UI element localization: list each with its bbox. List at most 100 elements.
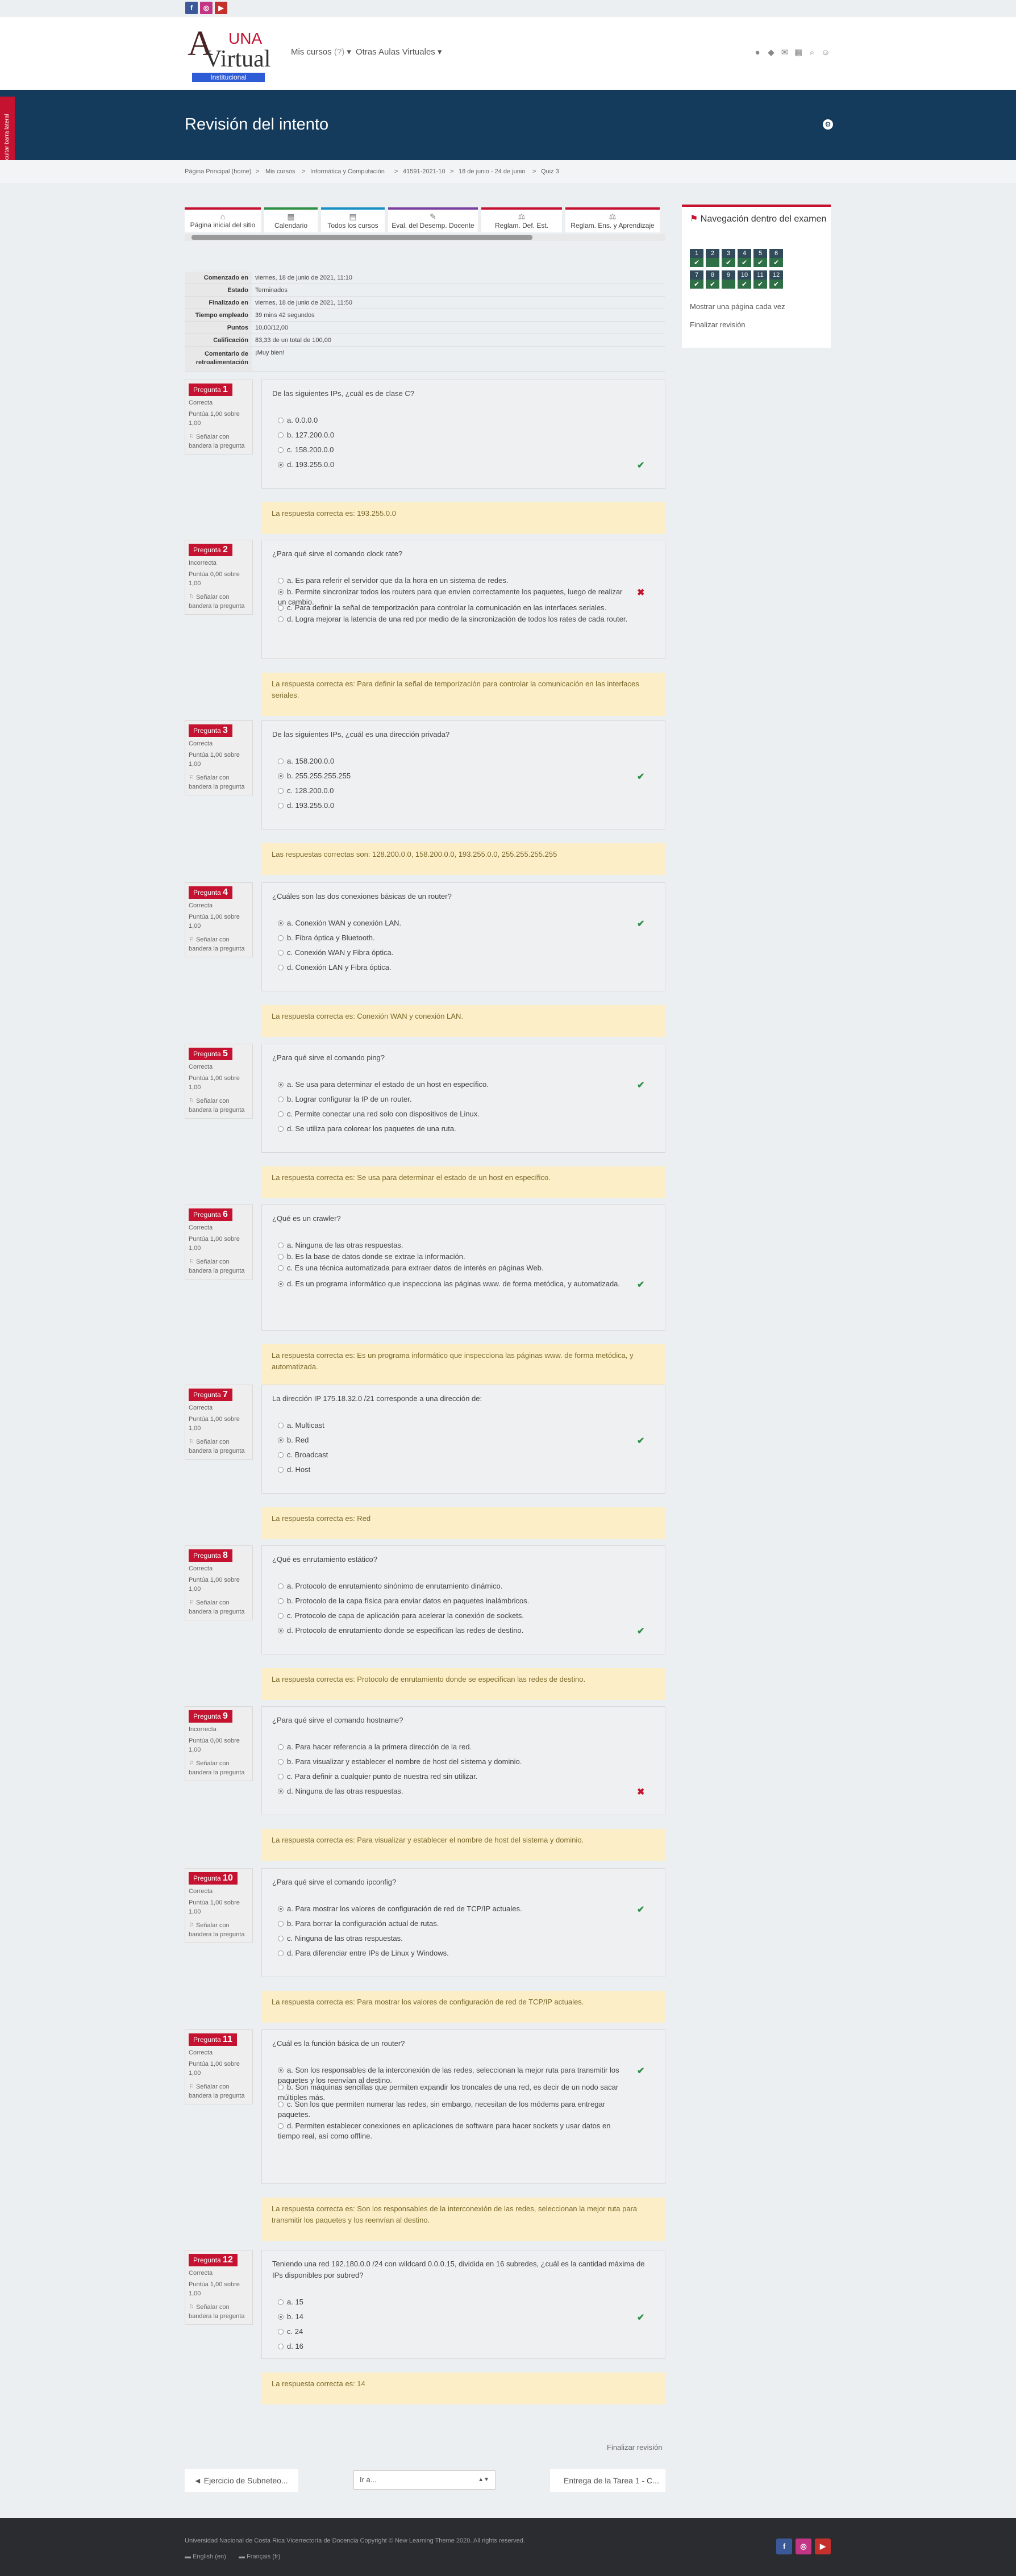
radio-button[interactable] bbox=[278, 1452, 284, 1458]
radio-button[interactable] bbox=[278, 1265, 284, 1271]
breadcrumb-item[interactable]: 18 de junio - 24 de junio bbox=[459, 168, 525, 175]
answer-option[interactable]: c. 24 bbox=[278, 2327, 630, 2337]
answer-option[interactable]: c. Son los que permiten numerar las rede… bbox=[278, 2099, 630, 2120]
answer-option[interactable]: d. Conexión LAN y Fibra óptica. bbox=[278, 962, 630, 973]
menu-my-courses[interactable]: Mis cursos (?) ▾ bbox=[291, 47, 351, 57]
answer-option[interactable]: a. Para mostrar los valores de configura… bbox=[278, 1904, 630, 1914]
flag-question-link[interactable]: ⚐ Señalar con bandera la pregunta bbox=[189, 2303, 249, 2321]
radio-button[interactable] bbox=[278, 1628, 284, 1633]
jump-to-select[interactable]: Ir a... ▲▼ bbox=[353, 2470, 495, 2490]
answer-option[interactable]: d. Para diferenciar entre IPs de Linux y… bbox=[278, 1948, 630, 1958]
radio-button[interactable] bbox=[278, 1774, 284, 1779]
answer-option[interactable]: b. Fibra óptica y Bluetooth. bbox=[278, 933, 630, 943]
radio-button[interactable] bbox=[278, 2085, 284, 2090]
radio-button[interactable] bbox=[278, 1082, 284, 1087]
quiz-nav-button[interactable]: 8 ✔ bbox=[706, 270, 719, 289]
answer-option[interactable]: b. 255.255.255.255 bbox=[278, 771, 630, 781]
radio-button[interactable] bbox=[278, 1950, 284, 1956]
flag-question-link[interactable]: ⚐ Señalar con bandera la pregunta bbox=[189, 1097, 249, 1115]
breadcrumb-item[interactable]: 41591-2021-10 bbox=[403, 168, 445, 175]
answer-option[interactable]: c. Para definir a cualquier punto de nue… bbox=[278, 1771, 630, 1782]
answer-option[interactable]: a. Ninguna de las otras respuestas. bbox=[278, 1240, 630, 1251]
answer-option[interactable]: a. Se usa para determinar el estado de u… bbox=[278, 1079, 630, 1090]
shortcut-evaluation[interactable]: ✎ Eval. del Desemp. Docente bbox=[388, 207, 478, 232]
radio-button[interactable] bbox=[278, 616, 284, 622]
answer-option[interactable]: c. 128.200.0.0 bbox=[278, 786, 630, 796]
radio-button[interactable] bbox=[278, 1243, 284, 1248]
answer-option[interactable]: a. Protocolo de enrutamiento sinónimo de… bbox=[278, 1581, 630, 1591]
radio-button[interactable] bbox=[278, 1437, 284, 1443]
answer-option[interactable]: c. Permite conectar una red solo con dis… bbox=[278, 1109, 630, 1119]
user-icon[interactable]: ☺ bbox=[821, 48, 831, 58]
answer-option[interactable]: b. 127.200.0.0 bbox=[278, 430, 630, 440]
answer-option[interactable]: b. Para borrar la configuración actual d… bbox=[278, 1919, 630, 1929]
radio-button[interactable] bbox=[278, 1281, 284, 1287]
answer-option[interactable]: d. 193.255.0.0 bbox=[278, 460, 630, 470]
answer-option[interactable]: b. 14 bbox=[278, 2312, 630, 2322]
language-english[interactable]: ▬ English (en) bbox=[185, 2553, 226, 2560]
shortcut-regulation-students[interactable]: ⚖ Reglam. Def. Est. bbox=[481, 207, 562, 232]
show-one-page-link[interactable]: Mostrar una página cada vez bbox=[690, 302, 785, 311]
answer-option[interactable]: a. Multicast bbox=[278, 1420, 630, 1431]
radio-button[interactable] bbox=[278, 578, 284, 583]
radio-button[interactable] bbox=[278, 1789, 284, 1794]
instagram-icon[interactable]: ◎ bbox=[796, 2539, 811, 2554]
radio-button[interactable] bbox=[278, 788, 284, 794]
answer-option[interactable]: d. Ninguna de las otras respuestas. bbox=[278, 1786, 630, 1796]
radio-button[interactable] bbox=[278, 2068, 284, 2073]
flag-question-link[interactable]: ⚐ Señalar con bandera la pregunta bbox=[189, 432, 249, 451]
shortcut-home[interactable]: ⌂ Página inicial del sitio bbox=[185, 207, 261, 232]
quiz-nav-button[interactable]: 5 ✔ bbox=[753, 249, 767, 267]
radio-button[interactable] bbox=[278, 605, 284, 611]
finish-review-link[interactable]: Finalizar revisión bbox=[690, 320, 746, 329]
flag-question-link[interactable]: ⚐ Señalar con bandera la pregunta bbox=[189, 593, 249, 611]
answer-option[interactable]: d. Host bbox=[278, 1465, 630, 1475]
flag-question-link[interactable]: ⚐ Señalar con bandera la pregunta bbox=[189, 1921, 249, 1939]
radio-button[interactable] bbox=[278, 1126, 284, 1132]
answer-option[interactable]: a. 15 bbox=[278, 2297, 630, 2307]
radio-button[interactable] bbox=[278, 803, 284, 808]
answer-option[interactable]: a. Es para referir el servidor que da la… bbox=[278, 576, 630, 586]
answer-option[interactable]: a. 158.200.0.0 bbox=[278, 756, 630, 766]
answer-option[interactable]: b. Para visualizar y establecer el nombr… bbox=[278, 1757, 630, 1767]
menu-other-virtual[interactable]: Otras Aulas Virtuales ▾ bbox=[356, 47, 442, 57]
next-activity-link[interactable]: Entrega de la Tarea 1 - C... bbox=[550, 2469, 665, 2492]
quiz-nav-button[interactable]: 7 ✔ bbox=[690, 270, 703, 289]
bell-icon[interactable]: ● bbox=[752, 48, 763, 58]
radio-button[interactable] bbox=[278, 589, 284, 595]
flag-question-link[interactable]: ⚐ Señalar con bandera la pregunta bbox=[189, 773, 249, 791]
radio-button[interactable] bbox=[278, 1097, 284, 1102]
gear-icon[interactable]: ⚙ bbox=[823, 119, 833, 130]
answer-option[interactable]: d. 16 bbox=[278, 2341, 630, 2352]
youtube-icon[interactable]: ▶ bbox=[815, 2539, 831, 2554]
radio-button[interactable] bbox=[278, 1613, 284, 1619]
breadcrumb-item[interactable]: Página Principal (home) bbox=[185, 168, 251, 175]
grid-icon[interactable]: ▦ bbox=[793, 48, 803, 58]
radio-button[interactable] bbox=[278, 2123, 284, 2129]
radio-button[interactable] bbox=[278, 2102, 284, 2107]
youtube-icon[interactable]: ▶ bbox=[215, 2, 227, 14]
previous-activity-link[interactable]: ◄ Ejercicio de Subneteo... bbox=[185, 2469, 298, 2492]
radio-button[interactable] bbox=[278, 2344, 284, 2349]
chat-icon[interactable]: ◆ bbox=[766, 48, 776, 58]
answer-option[interactable]: d. Protocolo de enrutamiento donde se es… bbox=[278, 1625, 630, 1636]
radio-button[interactable] bbox=[278, 1759, 284, 1765]
radio-button[interactable] bbox=[278, 773, 284, 779]
flag-question-link[interactable]: ⚐ Señalar con bandera la pregunta bbox=[189, 2082, 249, 2100]
answer-option[interactable]: d. Logra mejorar la latencia de una red … bbox=[278, 614, 630, 624]
answer-option[interactable]: c. Conexión WAN y Fibra óptica. bbox=[278, 948, 630, 958]
answer-option[interactable]: c. Ninguna de las otras respuestas. bbox=[278, 1933, 630, 1944]
answer-option[interactable]: a. Para hacer referencia a la primera di… bbox=[278, 1742, 630, 1752]
radio-button[interactable] bbox=[278, 1906, 284, 1912]
answer-option[interactable]: d. 193.255.0.0 bbox=[278, 801, 630, 811]
breadcrumb-item[interactable]: Quiz 3 bbox=[541, 168, 559, 175]
answer-option[interactable]: d. Se utiliza para colorear los paquetes… bbox=[278, 1124, 630, 1134]
scrollbar-thumb[interactable] bbox=[191, 235, 532, 240]
flag-question-link[interactable]: ⚐ Señalar con bandera la pregunta bbox=[189, 935, 249, 953]
radio-button[interactable] bbox=[278, 935, 284, 941]
radio-button[interactable] bbox=[278, 1936, 284, 1941]
radio-button[interactable] bbox=[278, 758, 284, 764]
radio-button[interactable] bbox=[278, 2329, 284, 2335]
breadcrumb-item[interactable]: Mis cursos bbox=[265, 168, 295, 175]
answer-option[interactable]: a. 0.0.0.0 bbox=[278, 415, 630, 426]
